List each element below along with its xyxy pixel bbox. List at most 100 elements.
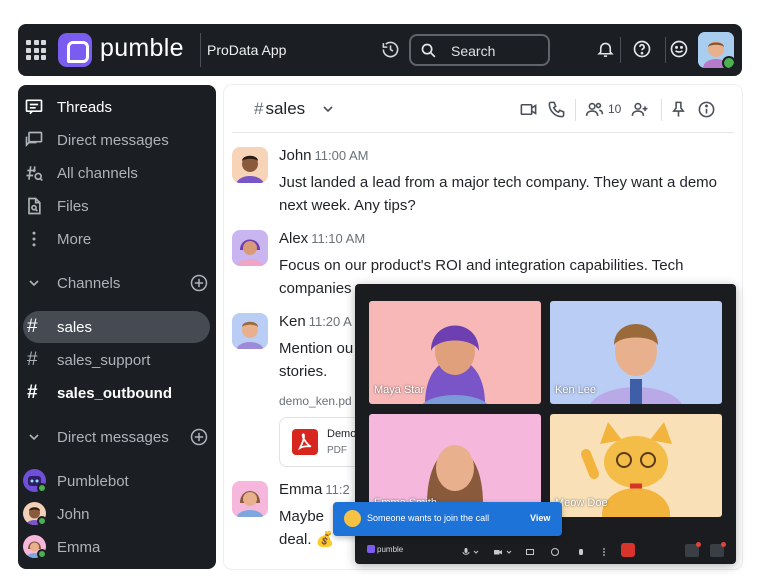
participant-name: Ken Lee [555,384,596,396]
channel-name: sales [265,99,306,118]
dm-label: Emma [57,539,101,556]
smile-icon[interactable] [669,39,689,59]
camera-icon[interactable] [493,547,503,557]
chevron-down-icon [28,277,40,289]
dm-item-john[interactable]: John [18,500,216,528]
channel-label: sales_support [57,352,151,369]
participant-tile[interactable]: Meow Doe [550,414,722,517]
dm-item-pumblebot[interactable]: Pumblebot [18,467,216,495]
message-author[interactable]: Emma 11:2 [279,481,350,498]
online-status-badge [37,549,47,559]
chevron-down-icon[interactable] [322,103,334,115]
message-time: 11:20 A [308,314,352,329]
screen-share-icon[interactable] [525,547,535,557]
members-icon[interactable] [585,100,604,119]
pdf-icon [292,429,318,455]
add-member-icon[interactable] [630,100,649,119]
divider [575,99,576,121]
sidebar-item-all-channels[interactable]: All channels [18,159,216,187]
view-button[interactable]: View [530,513,550,523]
end-call-button[interactable] [621,543,635,557]
more-icon [24,229,44,249]
channel-label: sales_outbound [57,385,173,402]
help-icon[interactable] [632,39,652,59]
add-dm-icon[interactable] [189,427,209,447]
sidebar-item-more[interactable]: More [18,225,216,253]
user-avatar[interactable] [698,32,734,68]
online-status-badge [722,56,734,68]
message-author[interactable]: Alex 11:10 AM [279,230,365,247]
avatar[interactable] [232,313,268,349]
message-author[interactable]: John 11:00 AM [279,147,369,164]
notification-badge [696,542,701,547]
app-grid-icon[interactable] [26,40,46,60]
divider [661,99,662,121]
dm-label: Pumblebot [57,473,129,490]
phone-call-icon[interactable] [547,100,566,119]
author-name: Ken [279,313,306,330]
channels-section-header[interactable]: Channels [18,269,216,297]
hash-icon: # [27,349,38,370]
search-input[interactable]: Search [409,34,550,66]
dm-section-header[interactable]: Direct messages [18,423,216,451]
join-request-toast: Someone wants to join the call View [333,502,562,536]
call-controls-bar: pumble [355,539,736,564]
message-author[interactable]: Ken 11:20 A [279,313,352,330]
channel-label: sales [57,319,93,336]
avatar[interactable] [232,481,268,517]
app-name: pumble [100,34,184,62]
chevron-down-icon[interactable] [504,547,514,557]
smiley-emoji-icon [344,510,361,527]
search-icon [420,42,437,59]
channel-header: # sales 10 [232,85,734,133]
sidebar-item-threads[interactable]: Threads [18,93,216,121]
top-bar: pumble ProData App Search [18,24,742,76]
bell-icon[interactable] [596,39,615,59]
files-icon [24,196,44,216]
channel-title[interactable]: # sales [254,99,305,119]
author-name: Alex [279,230,309,247]
participant-tile[interactable]: Maya Star [369,301,541,404]
info-icon[interactable] [697,100,716,119]
attachment-name: Demo [327,428,357,440]
video-call-icon[interactable] [519,100,538,119]
message-item: John 11:00 AM Just landed a lead from a m… [232,147,732,217]
pumble-logo-icon [58,33,92,67]
channel-item-sales-outbound[interactable]: # sales_outbound [23,377,210,409]
divider [620,37,621,63]
avatar[interactable] [232,230,268,266]
attachment-label[interactable]: demo_ken.pd [279,394,352,408]
participant-tile[interactable]: Ken Lee [550,301,722,404]
history-icon[interactable] [381,40,400,59]
sidebar-item-files[interactable]: Files [18,192,216,220]
message-text: Just landed a lead from a major tech com… [279,174,718,214]
channel-item-sales-support[interactable]: # sales_support [23,344,210,376]
hash-icon: # [27,382,38,403]
sidebar-item-direct-messages[interactable]: Direct messages [18,126,216,154]
workspace-name[interactable]: ProData App [207,42,286,58]
author-name: John [279,147,312,164]
sidebar-item-label: Files [57,198,89,215]
more-options-icon[interactable] [599,547,609,557]
pin-icon[interactable] [669,100,688,119]
emoji-reaction-icon[interactable] [550,547,560,557]
dm-item-emma[interactable]: Emma [18,533,216,561]
sidebar-item-label: All channels [57,165,138,182]
participant-name: Meow Doe [555,497,608,509]
message-time: 11:10 AM [311,231,366,246]
channel-item-sales[interactable]: # sales [23,311,210,343]
microphone-icon[interactable] [461,547,471,557]
raise-hand-icon[interactable] [576,547,586,557]
divider [200,33,201,67]
search-placeholder: Search [451,43,496,59]
participant-name: Maya Star [374,384,425,396]
call-logo-text: pumble [377,545,404,554]
add-channel-icon[interactable] [189,273,209,293]
avatar[interactable] [232,147,268,183]
author-name: Emma [279,481,323,498]
member-count[interactable]: 10 [608,102,621,116]
chevron-down-icon[interactable] [471,547,481,557]
section-label: Channels [57,275,121,292]
threads-icon [24,97,44,117]
chevron-down-icon [28,431,40,443]
